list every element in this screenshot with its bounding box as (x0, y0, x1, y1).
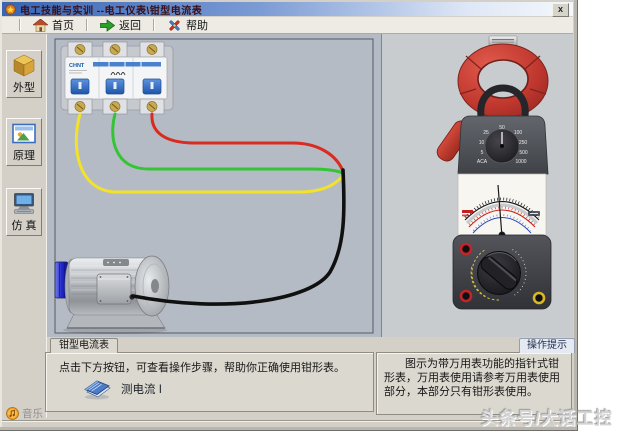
app-window: 电工技能与实训 --电工仪表\钳型电流表 x 首页 返回 帮助 外型 原理 仿 … (0, 0, 578, 431)
meter-lower-body (452, 234, 552, 310)
dial-label-100: 100 (514, 130, 523, 136)
measure-current-label: 测电流 I (121, 383, 162, 396)
breaker-bottom-terminals (67, 98, 165, 115)
back-button[interactable]: 返回 (95, 17, 146, 33)
home-icon (33, 18, 48, 32)
motor-junction-box (96, 273, 132, 305)
watermark: 头条号/大话工控 (481, 409, 613, 428)
toolbar-separator (153, 19, 155, 31)
wire-red (150, 112, 344, 171)
back-arrow-icon (100, 18, 115, 32)
tab-clamp-meter[interactable]: 钳型电流表 (50, 338, 118, 353)
dial-label-500: 500 (519, 150, 528, 156)
clamp-meter-graphic: 25 50 100 250 500 1000 10 5 ACA (436, 35, 552, 310)
dial-label-10: 10 (479, 140, 485, 146)
music-icon (6, 407, 19, 420)
book-icon (84, 380, 111, 400)
instruction-text: 点击下方按钮，可查看操作步骤，帮助你正确使用钳形表。 (59, 362, 345, 374)
tab-operation-tips[interactable]: 操作提示 (519, 338, 575, 353)
sidebar-item-label: 外型 (13, 82, 35, 94)
terminal-yellow (532, 291, 546, 305)
circuit-breaker[interactable]: CHNT (60, 41, 174, 115)
tip-text: 图示为带万用表功能的指针式钳形表，万用表使用请参考万用表使用部分，本部分只有钳形… (384, 358, 560, 398)
help-tools-icon (169, 19, 180, 31)
simulation-canvas: CHNT (54, 38, 374, 334)
home-label: 首页 (52, 20, 74, 32)
diagram-icon (12, 123, 36, 144)
terminal-red-bottom (459, 289, 473, 303)
toolbar-separator (19, 19, 21, 31)
home-button[interactable]: 首页 (28, 17, 79, 33)
sidebar-item-simulation[interactable]: 仿 真 (6, 188, 42, 236)
title-bar: 电工技能与实训 --电工仪表\钳型电流表 x (2, 2, 573, 17)
music-toggle[interactable]: 音乐 (6, 406, 43, 421)
sidebar-item-appearance[interactable]: 外型 (6, 50, 42, 98)
toolbar-separator (86, 19, 88, 31)
meter-brand-mark (462, 210, 473, 213)
app-icon (5, 3, 16, 15)
simulation-panel: CHNT (47, 34, 381, 337)
sidebar-item-label: 仿 真 (11, 220, 37, 232)
breaker-top-terminals (67, 41, 165, 58)
dial-label-1000: 1000 (515, 159, 526, 165)
back-label: 返回 (119, 20, 141, 32)
dial-label-50: 50 (499, 125, 505, 131)
measure-current-button[interactable]: 测电流 I (82, 376, 162, 401)
motor (54, 255, 170, 334)
help-label: 帮助 (186, 20, 208, 32)
meter-panel: 25 50 100 250 500 1000 10 5 ACA (381, 34, 573, 337)
help-button[interactable]: 帮助 (162, 17, 213, 33)
dial-label-5: 5 (481, 150, 484, 156)
window-title: 电工技能与实训 --电工仪表\钳型电流表 (20, 5, 203, 17)
toolbar: 首页 返回 帮助 (2, 17, 573, 34)
clamp-jaw-ring (457, 43, 549, 119)
instruction-panel: 点击下方按钮，可查看操作步骤，帮助你正确使用钳形表。 测电流 I (45, 352, 374, 412)
sidebar: 外型 原理 仿 真 (2, 34, 47, 418)
dial-label-25: 25 (483, 130, 489, 136)
sidebar-item-label: 原理 (13, 150, 35, 162)
breaker-switch-levers[interactable] (70, 78, 162, 95)
box-icon (13, 54, 35, 77)
close-button[interactable]: x (552, 3, 569, 17)
dial-label-250: 250 (519, 140, 528, 146)
terminal-red-top (459, 242, 473, 256)
screenshot-canvas: 电工技能与实训 --电工仪表\钳型电流表 x 首页 返回 帮助 外型 原理 仿 … (0, 0, 640, 434)
dial-label-aca: ACA (477, 159, 488, 165)
music-label: 音乐 (22, 408, 43, 420)
sidebar-item-principle[interactable]: 原理 (6, 118, 42, 166)
computer-icon (14, 193, 34, 214)
analog-scale-face (457, 173, 547, 239)
breaker-brand-label: CHNT (69, 63, 85, 69)
